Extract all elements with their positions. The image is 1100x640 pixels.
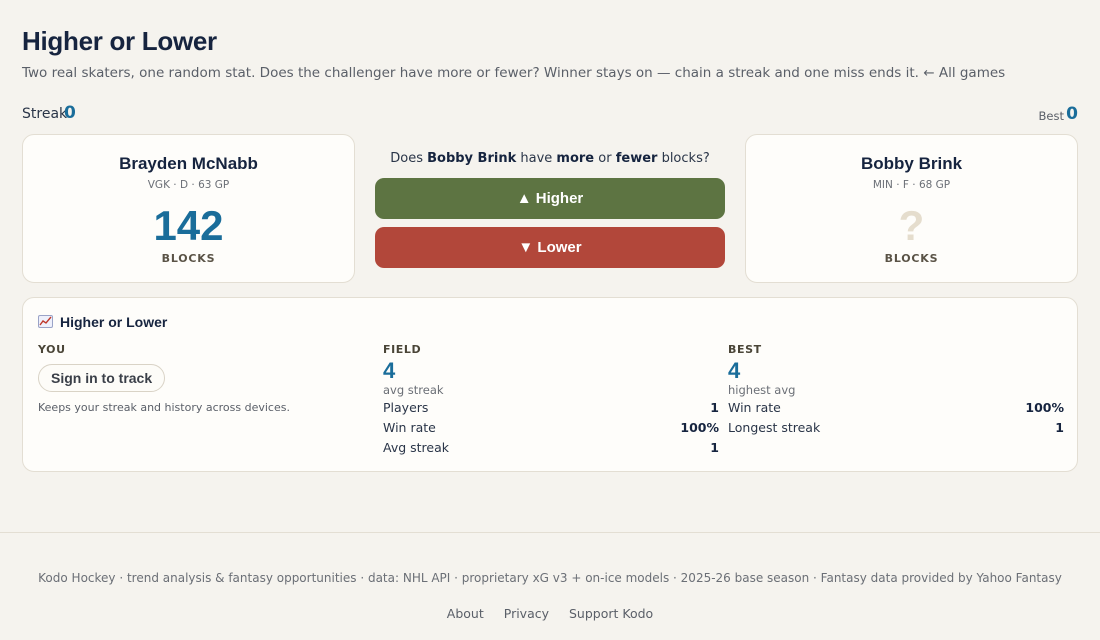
- page-subtitle: Two real skaters, one random stat. Does …: [22, 65, 1082, 81]
- best-value: 0: [1066, 104, 1078, 124]
- field-avg-streak-label: avg streak: [383, 383, 444, 397]
- hidden-stat-value: ?: [898, 202, 925, 249]
- question-more: more: [556, 151, 595, 166]
- best-highest-avg-label: highest avg: [728, 383, 796, 397]
- page-title: Higher or Lower: [22, 26, 217, 56]
- sign-in-button[interactable]: Sign in to track: [38, 364, 166, 392]
- stat-row-label: Players: [383, 400, 429, 415]
- you-heading: YOU: [38, 343, 66, 356]
- stat-name: BLOCKS: [161, 252, 216, 265]
- question-suffix: blocks?: [657, 151, 710, 166]
- stat-row-label: Longest streak: [728, 420, 821, 435]
- lower-button[interactable]: ▼ Lower: [375, 227, 725, 268]
- stat-row: Players 1: [383, 400, 719, 418]
- player-meta: VGK · D · 63 GP: [147, 179, 230, 191]
- chart-icon: [38, 315, 53, 328]
- footer-link-privacy[interactable]: Privacy: [504, 606, 549, 621]
- challenger-player-card: Bobby Brink MIN · F · 68 GP ? BLOCKS: [745, 134, 1078, 283]
- streak-row: Streak 0 Best 0: [22, 103, 1078, 124]
- stat-row: Win rate 100%: [383, 420, 719, 438]
- stat-row: Win rate 100%: [728, 400, 1064, 418]
- field-avg-streak-value: 4: [383, 358, 396, 383]
- stat-row-value: 1: [1055, 420, 1064, 435]
- best-column: BEST 4 highest avg Win rate 100% Longest…: [728, 343, 1064, 435]
- stat-row-value: 100%: [1025, 400, 1064, 415]
- stats-panel-title: Higher or Lower: [60, 314, 168, 330]
- best-heading: BEST: [728, 343, 762, 356]
- question-fewer: fewer: [615, 151, 658, 166]
- stats-panel-header: Higher or Lower: [38, 314, 167, 330]
- best-label: Best: [1038, 109, 1064, 123]
- footer-divider: [0, 532, 1100, 533]
- streak-value: 0: [64, 103, 76, 123]
- player-name: Bobby Brink: [860, 154, 963, 173]
- stat-row-value: 1: [710, 440, 719, 455]
- streak-label: Streak: [22, 106, 68, 122]
- all-games-link[interactable]: ← All games: [923, 65, 1005, 81]
- subtitle-text: Two real skaters, one random stat. Does …: [22, 65, 919, 81]
- stat-row-label: Win rate: [383, 420, 436, 435]
- player-name: Brayden McNabb: [119, 154, 258, 173]
- question-mid: have: [516, 151, 557, 166]
- footer-link-support[interactable]: Support Kodo: [569, 606, 653, 621]
- footer-links: About Privacy Support Kodo: [0, 606, 1100, 621]
- higher-button[interactable]: ▲ Higher: [375, 178, 725, 219]
- question-prompt: Does Bobby Brink have more or fewer bloc…: [375, 151, 725, 166]
- stat-name: BLOCKS: [884, 252, 939, 265]
- stat-row-label: Avg streak: [383, 440, 449, 455]
- question-prefix: Does: [390, 151, 428, 166]
- footer-text: Kodo Hockey · trend analysis & fantasy o…: [38, 571, 1062, 585]
- you-column: YOU Sign in to track Keeps your streak a…: [38, 343, 374, 414]
- best-highest-avg-value: 4: [728, 358, 741, 383]
- stat-value: 142: [153, 202, 224, 249]
- field-heading: FIELD: [383, 343, 422, 356]
- stat-row: Longest streak 1: [728, 420, 1064, 438]
- stat-row-value: 100%: [680, 420, 719, 435]
- stat-row-value: 1: [710, 400, 719, 415]
- stat-row-label: Win rate: [728, 400, 781, 415]
- footer-link-about[interactable]: About: [447, 606, 484, 621]
- sign-in-note: Keeps your streak and history across dev…: [38, 401, 290, 414]
- stat-row: Avg streak 1: [383, 440, 719, 458]
- stats-panel: Higher or Lower YOU Sign in to track Kee…: [22, 297, 1078, 472]
- player-meta: MIN · F · 68 GP: [872, 179, 951, 191]
- current-player-card: Brayden McNabb VGK · D · 63 GP 142 BLOCK…: [22, 134, 355, 283]
- field-column: FIELD 4 avg streak Players 1 Win rate 10…: [383, 343, 719, 455]
- question-player: Bobby Brink: [427, 151, 517, 166]
- question-or: or: [594, 151, 616, 166]
